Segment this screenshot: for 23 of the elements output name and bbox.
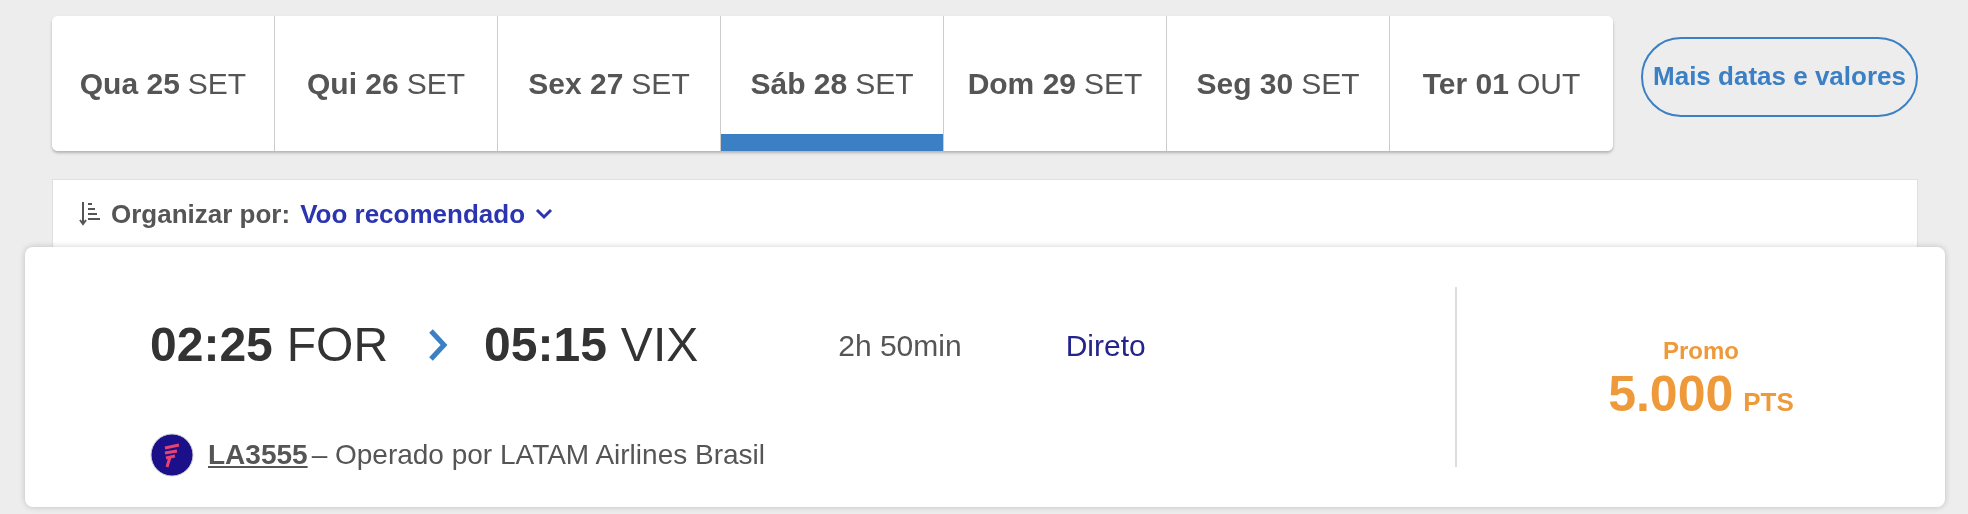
duration: 2h 50min xyxy=(838,327,962,364)
operator-text: – Operado por LATAM Airlines Brasil xyxy=(311,439,765,470)
arrival: 05:15 VIX xyxy=(484,317,699,373)
date-tab[interactable]: Ter 01 OUT xyxy=(1390,16,1613,151)
stops-label: Direto xyxy=(1065,327,1146,364)
promo-label: Promo xyxy=(1663,335,1739,366)
date-tab[interactable]: Sex 27 SET xyxy=(498,16,721,151)
date-tab[interactable]: Dom 29 SET xyxy=(944,16,1167,151)
sort-icon xyxy=(79,201,101,227)
date-tab[interactable]: Qui 26 SET xyxy=(275,16,498,151)
sort-label: Organizar por: xyxy=(111,197,291,231)
departure: 02:25 FOR xyxy=(150,317,389,373)
chevron-down-icon xyxy=(535,208,554,220)
date-tab[interactable]: Sáb 28 SET xyxy=(721,16,944,151)
price-unit: PTS xyxy=(1743,385,1794,419)
date-tab[interactable]: Seg 30 SET xyxy=(1167,16,1390,151)
sort-dropdown[interactable]: Voo recomendado xyxy=(300,194,554,234)
more-dates-button[interactable]: Mais datas e valores xyxy=(1641,36,1918,117)
airline-logo-icon xyxy=(150,433,194,477)
chevron-right-icon xyxy=(428,329,449,361)
date-tab[interactable]: Qua 25 SET xyxy=(52,16,275,151)
price: 5.000 xyxy=(1608,368,1734,419)
flight-number-link[interactable]: LA3555 xyxy=(208,439,308,470)
